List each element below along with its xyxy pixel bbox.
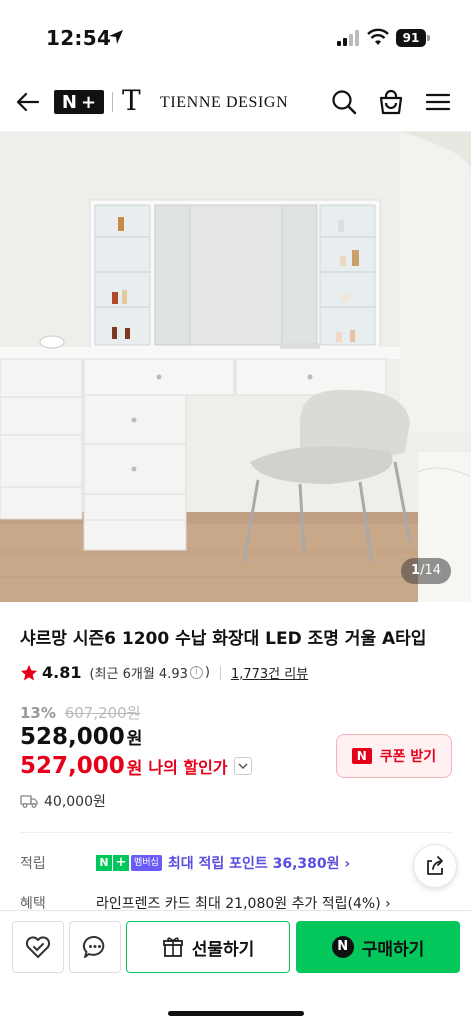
wishlist-button[interactable] — [12, 921, 64, 973]
naver-plus-store-logo[interactable]: N + — [54, 90, 104, 114]
original-price: 607,200원 — [64, 704, 141, 722]
review-count-link[interactable]: 1,773건 리뷰 — [231, 663, 308, 682]
my-discount-price: 527,000 원 나의 할인가 — [20, 753, 252, 779]
brand-logo-mark[interactable]: T — [122, 86, 141, 116]
discount-row: 13% 607,200원 — [20, 702, 141, 723]
points-label: 적립 — [20, 856, 46, 872]
shopping-bag-icon[interactable] — [377, 88, 405, 116]
chevron-down-icon[interactable] — [233, 757, 252, 775]
buy-button[interactable]: N 구매하기 — [296, 921, 460, 973]
points-row[interactable]: 적립 N + 멤버십 최대 적립 포인트 36,380원 › — [20, 853, 350, 873]
vanity-product-image — [0, 132, 471, 602]
chat-bubble-icon — [82, 935, 105, 958]
discount-percent: 13% — [20, 704, 56, 722]
menu-icon[interactable] — [424, 88, 452, 116]
max-points: 최대 적립 포인트 36,380원 › — [167, 856, 351, 872]
home-indicator — [168, 1011, 304, 1016]
status-time: 12:54 — [46, 26, 112, 50]
signal-icon — [337, 30, 359, 46]
naver-n-icon: N — [351, 748, 372, 764]
rating-row: 4.81 (최근 6개월 4.93 i ) 1,773건 리뷰 — [20, 663, 308, 682]
info-icon[interactable]: i — [189, 666, 203, 679]
sale-price: 528,000 원 — [20, 724, 143, 750]
naver-plus-membership-badge: N + 멤버십 — [96, 854, 162, 872]
battery-level: 91 — [396, 29, 426, 47]
coupon-button[interactable]: N 쿠폰 받기 — [336, 734, 452, 778]
product-title: 샤르망 시즌6 1200 수납 화장대 LED 조명 거울 A타입 — [20, 629, 427, 649]
naver-pay-n-icon: N — [331, 936, 354, 958]
my-price-label: 나의 할인가 — [148, 758, 228, 777]
status-bar: 12:54 91 — [0, 0, 471, 70]
bottom-action-bar: 선물하기 N 구매하기 — [0, 910, 471, 1024]
image-counter: 1/14 — [401, 558, 451, 584]
heart-check-icon — [25, 936, 51, 958]
wifi-icon — [367, 28, 389, 45]
rating-recent: (최근 6개월 4.93 — [89, 667, 188, 682]
gift-button[interactable]: 선물하기 — [126, 921, 290, 973]
top-navigation: N + T TIENNE DESIGN — [0, 70, 471, 132]
search-icon[interactable] — [330, 88, 358, 116]
rating-score: 4.81 — [42, 663, 82, 682]
brand-name[interactable]: TIENNE DESIGN — [160, 94, 288, 112]
share-button[interactable] — [413, 844, 457, 888]
star-icon — [20, 664, 38, 680]
share-icon — [427, 856, 443, 875]
truck-icon — [20, 795, 38, 808]
talk-button[interactable] — [69, 921, 121, 973]
back-arrow-icon[interactable] — [14, 88, 42, 116]
gift-icon — [162, 937, 183, 957]
location-arrow-icon — [109, 30, 123, 44]
product-image-carousel[interactable]: 1/14 — [0, 132, 471, 602]
battery-icon: 91 — [396, 29, 430, 47]
shipping-fee: 40,000원 — [20, 791, 106, 811]
